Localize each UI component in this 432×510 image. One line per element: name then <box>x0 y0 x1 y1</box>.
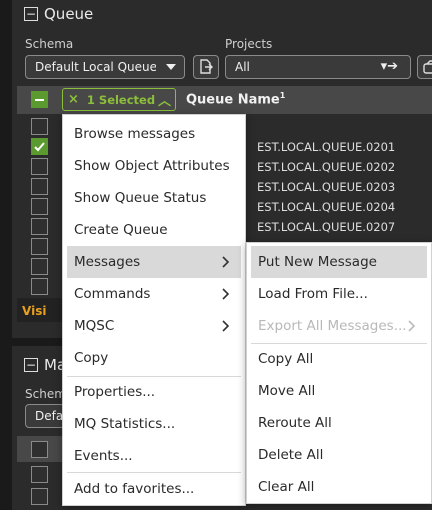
menu-item-copy-all[interactable]: Copy All <box>251 343 427 375</box>
row-checkbox[interactable] <box>31 198 48 215</box>
schema-label: Schem <box>25 387 66 401</box>
row-checkbox[interactable] <box>31 258 48 275</box>
context-menu: Browse messages Show Object Attributes S… <box>62 114 246 506</box>
collapse-icon[interactable]: − <box>24 358 38 372</box>
sort-order-badge: 1 <box>279 91 286 100</box>
chevron-right-icon <box>222 256 230 268</box>
menu-item-events[interactable]: Events... <box>67 440 241 472</box>
row-checkbox[interactable] <box>31 138 48 155</box>
menu-item-show-object-attributes[interactable]: Show Object Attributes <box>67 150 241 182</box>
visible-count-label: Visi <box>22 304 47 318</box>
chevron-up-icon[interactable]: ︿ <box>158 90 171 109</box>
select-all-checkbox[interactable] <box>31 441 48 458</box>
row-checkbox[interactable] <box>31 466 48 483</box>
schema-label: Schema <box>25 37 74 51</box>
row-checkbox[interactable] <box>31 218 48 235</box>
document-arrow-icon <box>200 59 213 74</box>
menu-item-label: Commands <box>74 286 151 302</box>
projects-select-value: All <box>235 60 250 74</box>
chevron-down-icon <box>166 64 176 70</box>
menu-item-reroute-all[interactable]: Reroute All <box>251 407 427 439</box>
projects-select[interactable]: All ▾➔ <box>225 55 411 79</box>
menu-item-commands[interactable]: Commands <box>67 278 241 310</box>
menu-item-browse-messages[interactable]: Browse messages <box>67 118 241 150</box>
row-checkbox[interactable] <box>31 158 48 175</box>
selection-count: 1 Selected <box>86 92 156 107</box>
messages-submenu: Put New Message Load From File... Export… <box>246 242 432 504</box>
checkmark-icon <box>34 142 45 152</box>
menu-item-put-new-message[interactable]: Put New Message <box>251 246 427 278</box>
chevron-right-icon <box>222 288 230 300</box>
server-icon <box>423 60 432 74</box>
queue-name-cell: EST.LOCAL.QUEUE.0204 <box>257 200 396 214</box>
queue-name-cell: EST.LOCAL.QUEUE.0202 <box>257 160 396 174</box>
row-checkbox[interactable] <box>31 178 48 195</box>
menu-item-label: Messages <box>74 254 141 270</box>
row-checkbox[interactable] <box>31 278 48 295</box>
menu-item-show-queue-status[interactable]: Show Queue Status <box>67 182 241 214</box>
schema-action-button[interactable] <box>193 55 219 79</box>
panel-header: − Ma <box>24 356 66 374</box>
projects-label: Projects <box>225 37 273 51</box>
selection-chip[interactable]: × 1 Selected ︿ <box>62 88 176 111</box>
schema-select[interactable]: Default Local Queues <box>25 55 185 79</box>
menu-item-add-to-favorites[interactable]: Add to favorites... <box>67 473 241 505</box>
queue-manager-button[interactable] <box>417 55 432 79</box>
row-checkbox[interactable] <box>31 488 48 505</box>
menu-item-delete-all[interactable]: Delete All <box>251 439 427 471</box>
column-header-queue-name[interactable]: Queue Name1 <box>186 91 285 107</box>
menu-item-create-queue[interactable]: Create Queue <box>67 214 241 246</box>
menu-item-mq-statistics[interactable]: MQ Statistics... <box>67 408 241 440</box>
menu-item-label: MQSC <box>74 318 115 334</box>
column-header-label: Queue Name <box>186 92 280 108</box>
chevron-arrow-icon: ▾➔ <box>380 59 398 74</box>
row-checkbox[interactable] <box>31 118 48 135</box>
row-checkbox[interactable] <box>31 238 48 255</box>
menu-item-load-from-file[interactable]: Load From File... <box>251 278 427 310</box>
menu-item-clear-all[interactable]: Clear All <box>251 471 427 503</box>
schema-select-value: Default Local Queues <box>35 60 156 74</box>
panel-title: Queue <box>44 5 94 23</box>
queue-name-cell: EST.LOCAL.QUEUE.0203 <box>257 180 396 194</box>
menu-item-messages[interactable]: Messages <box>67 246 241 278</box>
queue-name-cell: EST.LOCAL.QUEUE.0207 <box>257 220 396 234</box>
menu-item-label: Export All Messages... <box>258 318 407 334</box>
menu-item-move-all[interactable]: Move All <box>251 375 427 407</box>
menu-item-copy[interactable]: Copy <box>67 342 241 374</box>
menu-item-mqsc[interactable]: MQSC <box>67 310 241 342</box>
chevron-right-icon <box>408 320 416 332</box>
panel-header: − Queue <box>24 5 93 23</box>
clear-selection-icon[interactable]: × <box>68 92 79 107</box>
menu-item-export-all-messages: Export All Messages... <box>251 310 427 342</box>
queue-name-cell: EST.LOCAL.QUEUE.0201 <box>257 140 396 154</box>
collapse-icon[interactable]: − <box>24 7 38 21</box>
schema-select-value: Defa <box>35 409 64 423</box>
select-all-checkbox[interactable] <box>31 91 48 108</box>
chevron-right-icon <box>222 320 230 332</box>
menu-item-properties[interactable]: Properties... <box>67 376 241 408</box>
